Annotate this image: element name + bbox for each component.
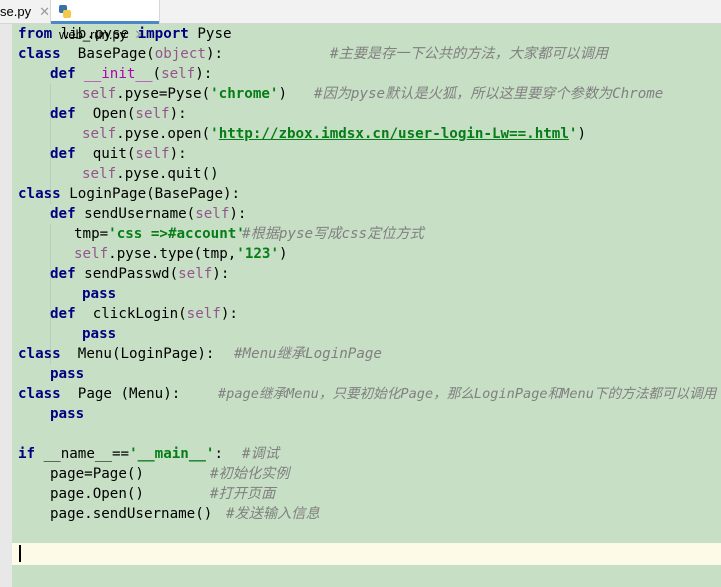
- code-line: def sendUsername(self):: [50, 206, 247, 222]
- code-line: self.pyse.quit(): [82, 166, 219, 182]
- code-line: def clickLogin(self):: [50, 306, 238, 322]
- code-line: pass: [50, 406, 85, 422]
- code-line: def sendPasswd(self):: [50, 266, 230, 282]
- code-comment: #page继承Menu，只要初始化Page，那么LoginPage和Menu下的…: [218, 386, 717, 402]
- code-line: pass: [50, 366, 85, 382]
- url-link[interactable]: http://zbox.imdsx.cn/user-login-Lw==.htm…: [219, 126, 569, 142]
- code-line: pass: [82, 326, 117, 342]
- code-comment: #打开页面: [210, 486, 276, 502]
- code-comment: #调试: [242, 446, 279, 462]
- code-line: self.pyse.open('http://zbox.imdsx.cn/use…: [82, 126, 586, 142]
- code-line: pass: [82, 286, 117, 302]
- code-editor[interactable]: from lib.pyse import Pyse class BasePage…: [12, 24, 721, 587]
- code-comment: #初始化实例: [210, 466, 290, 482]
- editor-tab-bar: se.py ✕ web_run.py ✕: [0, 0, 721, 42]
- tab-se-py[interactable]: se.py ✕: [0, 0, 50, 23]
- code-line: def quit(self):: [50, 146, 187, 162]
- code-line: page.sendUsername(): [50, 506, 213, 522]
- code-line: class Menu(LoginPage):: [18, 346, 215, 362]
- close-icon[interactable]: ✕: [39, 4, 50, 19]
- code-line: def __init__(self):: [50, 66, 213, 82]
- code-comment: #发送输入信息: [226, 506, 320, 522]
- editor-gutter: [0, 24, 12, 587]
- code-comment: #根据pyse写成css定位方式: [242, 226, 424, 242]
- code-line: page=Page(): [50, 466, 144, 482]
- code-line: def Open(self):: [50, 106, 187, 122]
- indent-guide: [50, 224, 51, 364]
- tab-web-run-py[interactable]: web_run.py ✕: [50, 0, 160, 42]
- code-line: class LoginPage(BasePage):: [18, 186, 241, 202]
- code-line: class BasePage(object):: [18, 46, 224, 62]
- python-file-icon: [59, 5, 71, 18]
- code-line: tmp='css =>#account': [74, 226, 245, 242]
- code-comment: #因为pyse默认是火狐，所以这里要穿个参数为Chrome: [314, 86, 664, 102]
- code-line: self.pyse.type(tmp,'123'): [74, 246, 288, 262]
- code-comment: #主要是存一下公共的方法，大家都可以调用: [330, 46, 609, 62]
- code-line: if __name__=='__main__':: [18, 446, 224, 462]
- code-line: class Page (Menu):: [18, 386, 181, 402]
- code-line: page.Open(): [50, 486, 144, 502]
- code-comment: #Menu继承LoginPage: [234, 346, 382, 362]
- code-line: self.pyse=Pyse('chrome'): [82, 86, 288, 102]
- code-line: from lib.pyse import Pyse: [18, 26, 232, 42]
- tab-label: se.py: [0, 4, 32, 19]
